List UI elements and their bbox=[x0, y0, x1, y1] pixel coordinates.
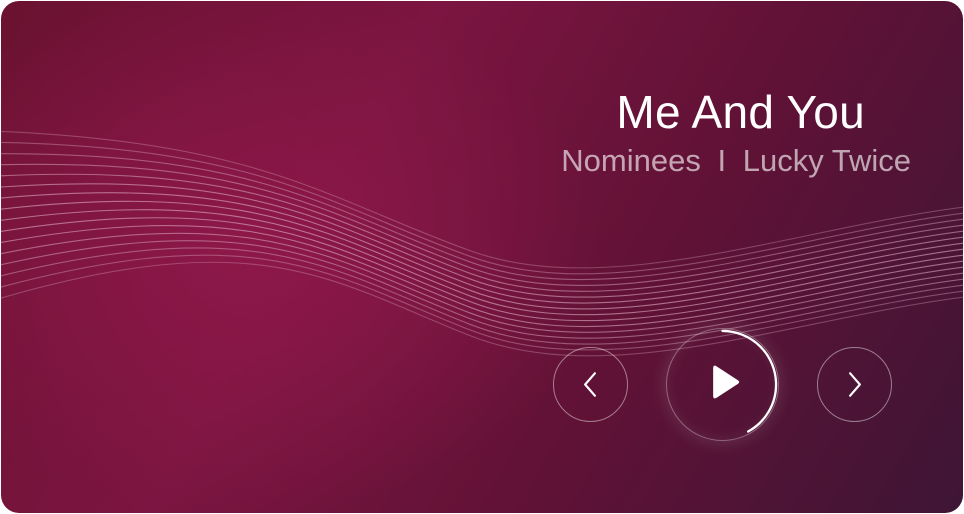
music-player-card: Me And You Nominees I Lucky Twice bbox=[1, 1, 963, 513]
wave-line bbox=[1, 173, 963, 292]
wave-line bbox=[1, 209, 963, 316]
album-name: Lucky Twice bbox=[742, 143, 911, 178]
wave-line bbox=[1, 163, 963, 286]
wave-line bbox=[1, 232, 963, 333]
chevron-right-icon bbox=[849, 372, 861, 397]
next-button[interactable] bbox=[817, 347, 892, 422]
play-button[interactable] bbox=[666, 328, 779, 441]
wave-line bbox=[1, 200, 963, 310]
wave-line bbox=[1, 240, 963, 339]
wave-line bbox=[1, 217, 963, 322]
artist-name: Nominees bbox=[561, 143, 701, 178]
track-title: Me And You bbox=[616, 86, 865, 138]
wave-line bbox=[1, 225, 963, 328]
play-icon bbox=[713, 365, 740, 399]
wave-line bbox=[1, 254, 963, 351]
wave-line bbox=[1, 183, 963, 298]
sound-wave-decoration bbox=[1, 130, 963, 357]
subtitle-separator: I bbox=[717, 143, 727, 178]
track-subtitle: Nominees I Lucky Twice bbox=[561, 143, 911, 179]
chevron-left-icon bbox=[584, 372, 596, 397]
wave-line bbox=[1, 261, 963, 357]
wave-line bbox=[1, 247, 963, 345]
wave-line bbox=[1, 192, 963, 304]
previous-button[interactable] bbox=[553, 347, 628, 422]
